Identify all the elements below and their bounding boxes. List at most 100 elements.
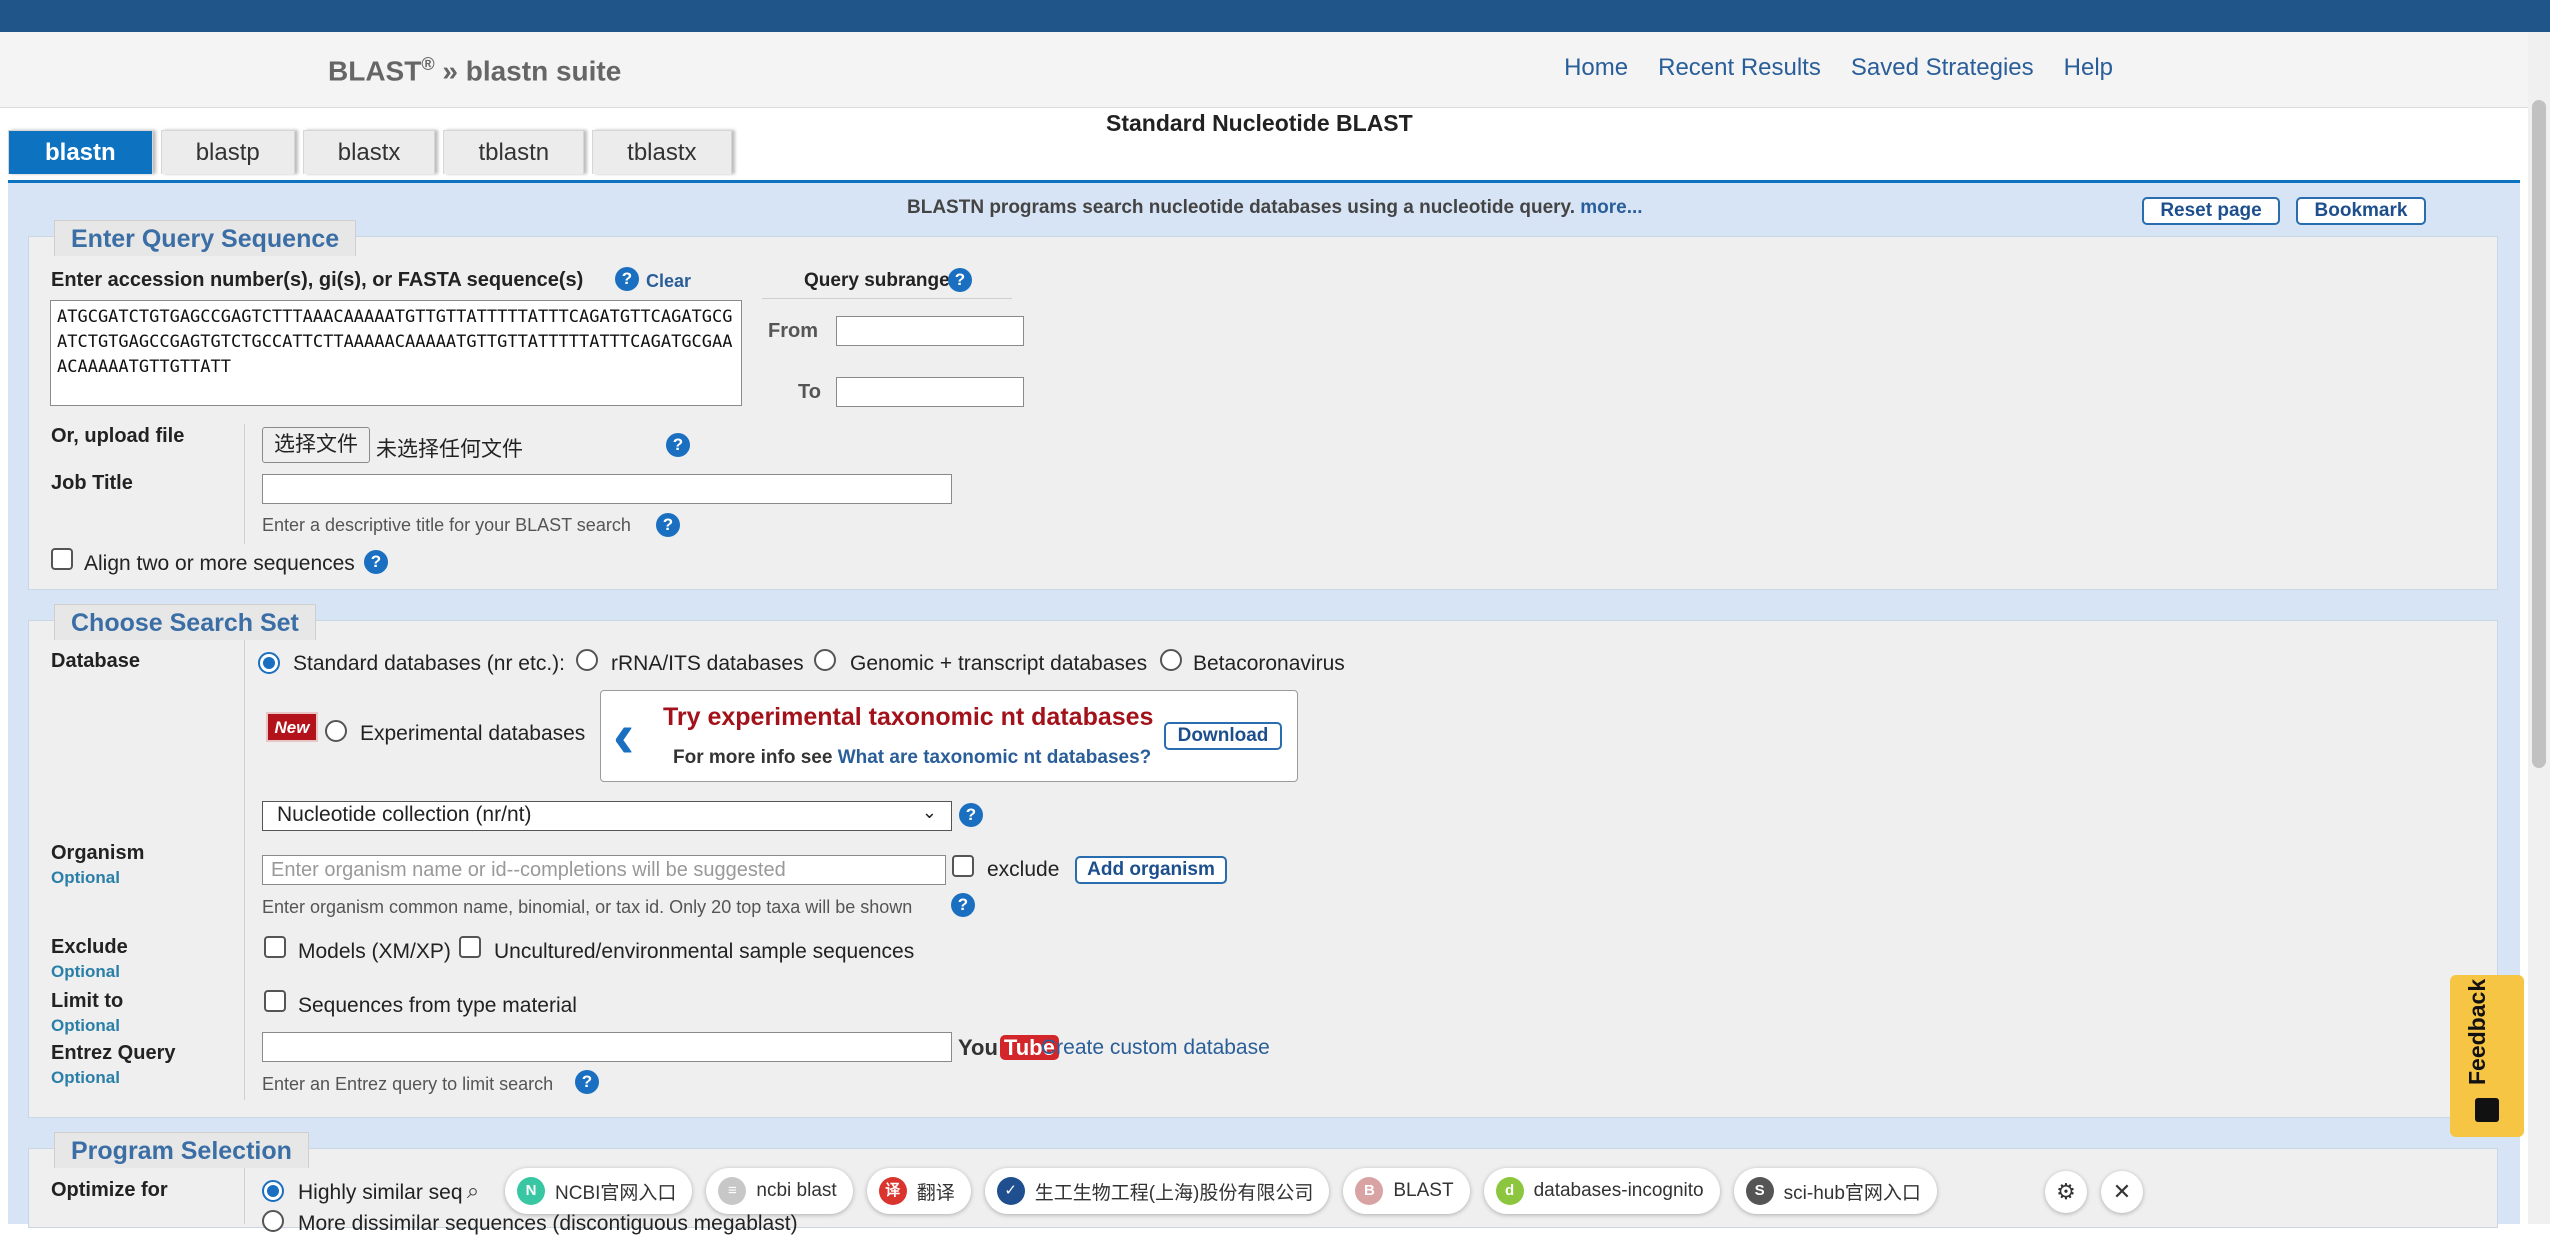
bookmark-label: BLAST: [1393, 1180, 1454, 1201]
db-rrna-radio[interactable]: [576, 649, 598, 671]
program-info-text: BLASTN programs search nucleotide databa…: [907, 197, 1581, 218]
db-betacoronavirus-label: Betacoronavirus: [1193, 652, 1345, 675]
settings-icon[interactable]: ⚙: [2045, 1171, 2087, 1213]
bookmark-label: ncbi blast: [756, 1180, 837, 1201]
brand-main: BLAST: [328, 55, 422, 87]
query-help-icon[interactable]: ?: [615, 267, 639, 291]
job-title-label: Job Title: [51, 472, 133, 494]
brand-suffix: » blastn suite: [434, 55, 622, 87]
bookmark-sangon[interactable]: ✓ 生工生物工程(上海)股份有限公司: [984, 1168, 1330, 1214]
feedback-label: Feedback: [2464, 978, 2490, 1085]
from-input[interactable]: [836, 316, 1024, 346]
query-sequence-textarea[interactable]: ATGCGATCTGTGAGCCGAGTCTTTAAACAAAAATGTTGTT…: [50, 300, 742, 406]
organism-help-icon[interactable]: ?: [951, 893, 975, 917]
bookmark-blast[interactable]: B BLAST: [1343, 1168, 1470, 1214]
to-input[interactable]: [836, 377, 1024, 407]
site-header: BLAST® » blastn suite Home Recent Result…: [0, 32, 2528, 108]
tab-tblastn[interactable]: tblastn: [443, 130, 585, 174]
job-title-help-icon[interactable]: ?: [656, 513, 680, 537]
database-select-value: Nucleotide collection (nr/nt): [277, 803, 532, 826]
bookmark-databases-incognito[interactable]: d databases-incognito: [1483, 1168, 1720, 1214]
db-betacoronavirus-radio[interactable]: [1160, 649, 1182, 671]
database-label: Database: [51, 650, 140, 672]
bookmark-ncbi-portal[interactable]: N NCBI官网入口: [505, 1168, 693, 1214]
bookmark-label: 生工生物工程(上海)股份有限公司: [1034, 1182, 1314, 1204]
database-help-icon[interactable]: ?: [959, 803, 983, 827]
ncbi-blast-icon: ≡: [718, 1177, 747, 1205]
more-dissimilar-radio[interactable]: [262, 1210, 284, 1232]
sangon-icon: ✓: [996, 1177, 1025, 1205]
ncbi-portal-icon: N: [517, 1177, 545, 1205]
tab-blastn[interactable]: blastn: [8, 130, 153, 174]
organism-input[interactable]: Enter organism name or id--completions w…: [262, 855, 946, 885]
bookmark-translate[interactable]: 译翻译: [866, 1168, 971, 1214]
limit-to-label: Limit to: [51, 990, 124, 1012]
more-link[interactable]: more...: [1580, 197, 1642, 218]
experimental-promo-subtitle: For more info see What are taxonomic nt …: [673, 747, 1151, 769]
brand-registered: ®: [421, 54, 435, 74]
align-checkbox[interactable]: [51, 548, 73, 570]
page-scrollbar[interactable]: [2528, 32, 2550, 1224]
add-organism-button[interactable]: Add organism: [1075, 856, 1227, 884]
nav-home[interactable]: Home: [1564, 54, 1628, 82]
align-help-icon[interactable]: ?: [364, 550, 388, 574]
upload-divider: [244, 424, 245, 544]
db-genomic-radio[interactable]: [814, 649, 836, 671]
nav-recent-results[interactable]: Recent Results: [1658, 54, 1821, 82]
bookmark-ncbi-blast[interactable]: ≡ ncbi blast: [706, 1168, 853, 1214]
exclude-label: Exclude: [51, 936, 128, 958]
clear-link[interactable]: Clear: [646, 271, 691, 292]
entrez-help-icon[interactable]: ?: [575, 1070, 599, 1094]
nav-saved-strategies[interactable]: Saved Strategies: [1851, 54, 2034, 82]
youtube-you: You: [958, 1035, 998, 1060]
chevron-left-icon[interactable]: ‹: [613, 697, 634, 773]
reset-page-button[interactable]: Reset page: [2142, 197, 2280, 225]
choose-file-button[interactable]: 选择文件: [262, 427, 370, 463]
program-info: BLASTN programs search nucleotide databa…: [907, 197, 1643, 219]
database-select[interactable]: Nucleotide collection (nr/nt) ⌄: [262, 801, 952, 831]
taxonomic-nt-info-link[interactable]: What are taxonomic nt databases?: [838, 747, 1152, 768]
organism-exclude-checkbox[interactable]: [952, 855, 974, 877]
more-dissimilar-label: More dissimilar sequences (discontiguous…: [298, 1212, 798, 1235]
download-button[interactable]: Download: [1164, 722, 1282, 750]
nav-help[interactable]: Help: [2064, 54, 2113, 82]
type-material-checkbox[interactable]: [264, 990, 286, 1012]
search-icon[interactable]: ⌕: [455, 1173, 491, 1209]
upload-file-label: Or, upload file: [51, 425, 185, 447]
chevron-down-icon: ⌄: [921, 802, 937, 822]
entrez-query-input[interactable]: [262, 1032, 952, 1062]
close-icon[interactable]: ✕: [2101, 1171, 2143, 1213]
subrange-help-icon[interactable]: ?: [948, 268, 972, 292]
feedback-icon: [2475, 1098, 2499, 1122]
db-experimental-radio[interactable]: [325, 720, 347, 742]
search-set-legend: Choose Search Set: [54, 604, 316, 640]
exclude-uncultured-label: Uncultured/environmental sample sequence…: [494, 940, 915, 963]
tab-blastx[interactable]: blastx: [302, 130, 436, 174]
query-subrange-label: Query subrange: [804, 270, 950, 291]
query-legend: Enter Query Sequence: [54, 220, 357, 256]
feedback-tab[interactable]: Feedback: [2450, 975, 2524, 1137]
db-rrna-label: rRNA/ITS databases: [611, 652, 804, 675]
exclude-models-checkbox[interactable]: [264, 936, 286, 958]
db-standard-radio[interactable]: [258, 652, 280, 674]
type-material-label: Sequences from type material: [298, 994, 577, 1017]
scrollbar-thumb[interactable]: [2532, 100, 2546, 768]
tab-blastp[interactable]: blastp: [160, 130, 295, 174]
to-label: To: [798, 381, 821, 403]
bookmark-button[interactable]: Bookmark: [2296, 197, 2426, 225]
job-title-input[interactable]: [262, 474, 952, 504]
create-custom-database-link[interactable]: Create custom database: [1041, 1036, 1270, 1060]
tab-tblastx[interactable]: tblastx: [592, 130, 732, 174]
file-status: 未选择任何文件: [376, 438, 523, 461]
limit-to-optional: Optional: [51, 1016, 120, 1035]
top-blue-bar: [0, 0, 2550, 32]
exclude-uncultured-checkbox[interactable]: [459, 936, 481, 958]
upload-help-icon[interactable]: ?: [666, 433, 690, 457]
brand-title[interactable]: BLAST® » blastn suite: [328, 54, 621, 87]
experimental-promo-prefix: For more info see: [673, 747, 838, 768]
highly-similar-radio[interactable]: [262, 1180, 284, 1202]
bookmark-sci-hub[interactable]: Ssci-hub官网入口: [1733, 1168, 1937, 1214]
bookmark-bar: ⌕ N NCBI官网入口 ≡ ncbi blast 译翻译 ✓ 生工生物工程(上海)股…: [455, 1168, 1937, 1214]
entrez-optional: Optional: [51, 1068, 120, 1087]
entrez-hint: Enter an Entrez query to limit search: [262, 1074, 554, 1094]
